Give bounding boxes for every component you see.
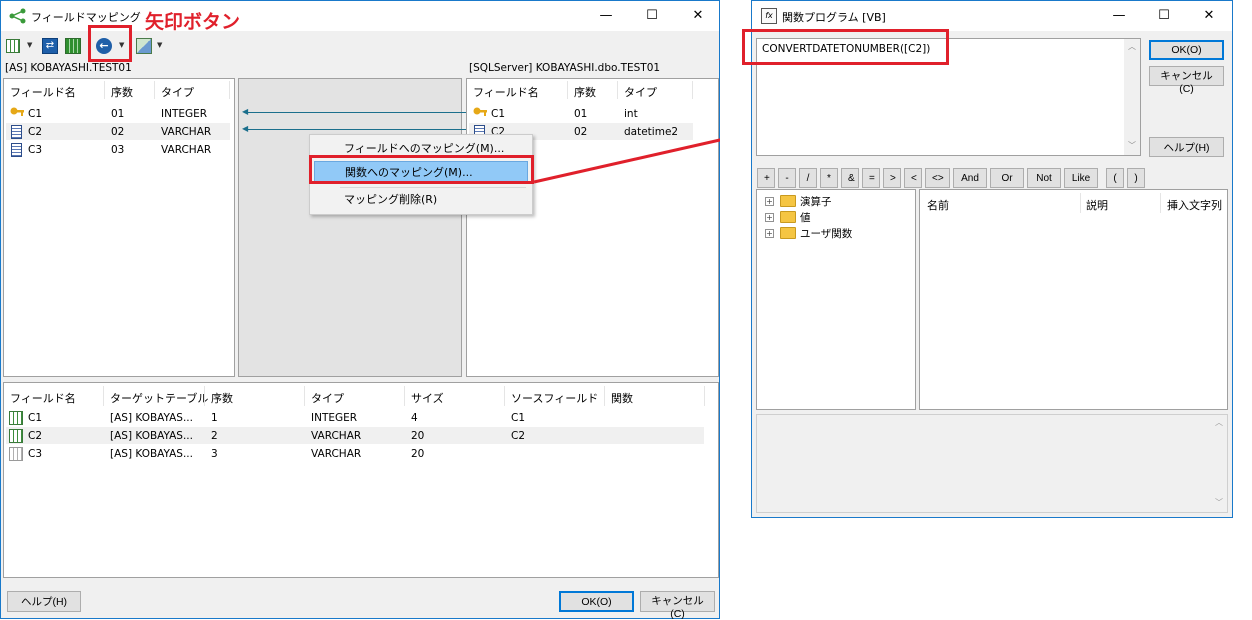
function-list[interactable]: 名前 説明 挿入文字列 — [919, 189, 1228, 410]
scrollbar[interactable]: ︿ ﹀ — [1124, 39, 1140, 155]
operator-greater-button[interactable]: > — [883, 168, 901, 188]
expression-highlight — [742, 29, 949, 65]
folder-icon — [780, 195, 796, 207]
minimize-button[interactable]: — — [1096, 1, 1142, 31]
help-button[interactable]: ヘルプ(H) — [1149, 137, 1224, 157]
cancel-button[interactable]: キャンセル(C) — [1149, 66, 1224, 95]
operator-not-equal-button[interactable]: <> — [925, 168, 950, 188]
folder-icon — [780, 227, 796, 239]
background-strip — [720, 0, 752, 619]
operator-multiply-button[interactable]: * — [820, 168, 838, 188]
expand-icon[interactable]: + — [765, 197, 774, 206]
operator-or-button[interactable]: Or — [990, 168, 1024, 188]
function-icon: fx — [761, 8, 777, 24]
expand-icon[interactable]: + — [765, 229, 774, 238]
tree-item-label: 値 — [800, 212, 811, 224]
open-paren-button[interactable]: ( — [1106, 168, 1124, 188]
operator-concat-button[interactable]: & — [841, 168, 859, 188]
scroll-up-icon[interactable]: ︿ — [1128, 41, 1136, 52]
operator-like-button[interactable]: Like — [1064, 168, 1098, 188]
ok-button[interactable]: OK(O) — [1149, 40, 1224, 60]
title-bar: fx 関数プログラム [VB] — ☐ ✕ — [752, 1, 1232, 31]
operator-minus-button[interactable]: - — [778, 168, 796, 188]
category-tree[interactable]: + 演算子 + 値 + ユーザ関数 — [756, 189, 916, 410]
folder-icon — [780, 211, 796, 223]
close-paren-button[interactable]: ) — [1127, 168, 1145, 188]
function-program-window: fx 関数プログラム [VB] — ☐ ✕ CONVERTDATETONUMBE… — [751, 0, 1233, 518]
operator-divide-button[interactable]: / — [799, 168, 817, 188]
operator-not-button[interactable]: Not — [1027, 168, 1061, 188]
tree-item[interactable]: + 値 — [757, 209, 915, 225]
maximize-button[interactable]: ☐ — [1141, 1, 1187, 31]
window-title: 関数プログラム [VB] — [782, 11, 886, 24]
scroll-down-icon[interactable]: ﹀ — [1215, 497, 1223, 508]
scroll-up-icon[interactable]: ︿ — [1215, 417, 1223, 428]
tree-item[interactable]: + ユーザ関数 — [757, 225, 915, 241]
description-pane: ︿ ﹀ — [756, 414, 1228, 513]
operator-and-button[interactable]: And — [953, 168, 987, 188]
tree-item[interactable]: + 演算子 — [757, 193, 915, 209]
expand-icon[interactable]: + — [765, 213, 774, 222]
column-header[interactable]: 挿入文字列 — [1167, 197, 1222, 213]
scroll-down-icon[interactable]: ﹀ — [1128, 140, 1136, 151]
tree-item-label: 演算子 — [800, 196, 832, 208]
operator-plus-button[interactable]: + — [757, 168, 775, 188]
close-button[interactable]: ✕ — [1186, 1, 1232, 31]
tree-item-label: ユーザ関数 — [800, 228, 853, 240]
scrollbar[interactable]: ︿ ﹀ — [1211, 415, 1227, 512]
operator-less-button[interactable]: < — [904, 168, 922, 188]
operator-equals-button[interactable]: = — [862, 168, 880, 188]
column-header[interactable]: 説明 — [1086, 197, 1108, 213]
column-header[interactable]: 名前 — [927, 197, 949, 213]
